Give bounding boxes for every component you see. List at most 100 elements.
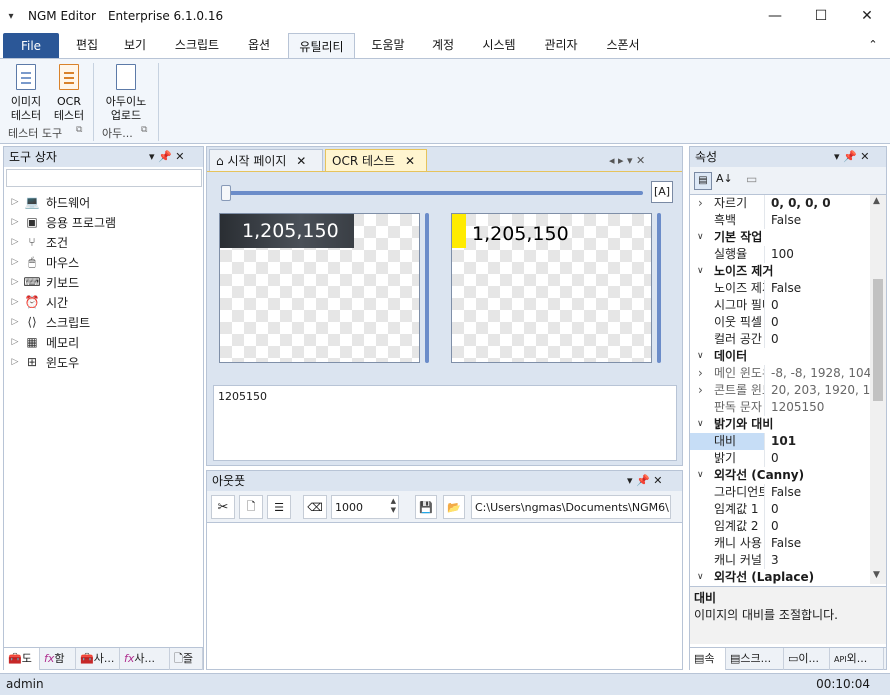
- property-value[interactable]: 0, 0, 0, 0: [764, 195, 870, 212]
- ocr-result-text[interactable]: 1205150: [213, 385, 677, 461]
- tree-item-application[interactable]: ▷ ▣ 응용 프로그램: [4, 212, 203, 232]
- line-count-stepper[interactable]: 1000 ▲ ▼: [331, 495, 399, 519]
- expand-icon[interactable]: ▷: [4, 357, 20, 367]
- property-row[interactable]: 임계값 2 0: [690, 518, 870, 535]
- expand-icon[interactable]: ›: [698, 195, 703, 212]
- scroll-thumb[interactable]: [873, 279, 883, 401]
- source-vertical-slider[interactable]: [425, 213, 429, 363]
- scroll-down-icon[interactable]: ▼: [873, 570, 880, 580]
- output-path-field[interactable]: C:\Users\ngmas\Documents\NGM6\: [471, 495, 671, 519]
- collapse-icon[interactable]: ∨: [697, 416, 704, 433]
- auto-capture-button[interactable]: [A]: [651, 181, 673, 203]
- collapse-ribbon-icon[interactable]: ⌃: [862, 32, 884, 58]
- property-row[interactable]: 노이즈 제거False: [690, 280, 870, 297]
- menu-edit[interactable]: 편집: [66, 32, 108, 58]
- menu-admin[interactable]: 관리자: [534, 32, 588, 58]
- property-value[interactable]: 1205150: [764, 399, 870, 416]
- property-row[interactable]: 실행율 100: [690, 246, 870, 263]
- property-row[interactable]: 흑백 False: [690, 212, 870, 229]
- property-value[interactable]: False: [764, 212, 870, 229]
- menu-script[interactable]: 스크립트: [164, 32, 230, 58]
- group-launcher-icon[interactable]: ⧉: [76, 125, 82, 135]
- tree-item-keyboard[interactable]: ▷ ⌨ 키보드: [4, 272, 203, 292]
- processed-vertical-slider[interactable]: [657, 213, 661, 363]
- property-value[interactable]: 0: [764, 501, 870, 518]
- tab-favorites[interactable]: 🗋즐: [170, 648, 203, 670]
- property-row[interactable]: 그라디언트 False: [690, 484, 870, 501]
- system-menu-icon[interactable]: ▾: [0, 11, 22, 22]
- open-folder-button[interactable]: 📂: [443, 495, 465, 519]
- property-scrollbar[interactable]: ▲ ▼: [870, 195, 886, 584]
- clear-output-button[interactable]: ✂: [211, 495, 235, 519]
- tab-image[interactable]: ▭이...: [784, 648, 830, 670]
- collapse-icon[interactable]: ∨: [697, 569, 704, 584]
- panel-controls[interactable]: ▾ 📌 ✕: [627, 471, 662, 491]
- wrap-lines-button[interactable]: ☰: [267, 495, 291, 519]
- property-value[interactable]: 0: [764, 314, 870, 331]
- panel-controls[interactable]: ▾ 📌 ✕: [149, 147, 184, 167]
- property-row[interactable]: 밝기 0: [690, 450, 870, 467]
- collapse-icon[interactable]: ∨: [697, 229, 704, 246]
- expand-icon[interactable]: ▷: [4, 277, 20, 287]
- menu-file[interactable]: File: [3, 33, 59, 58]
- property-row[interactable]: 판독 문자 1205150: [690, 399, 870, 416]
- property-row[interactable]: 이웃 픽셀 0: [690, 314, 870, 331]
- tree-item-time[interactable]: ▷ ⏰ 시간: [4, 292, 203, 312]
- property-category[interactable]: ∨ 데이터: [690, 348, 870, 365]
- zoom-slider-thumb[interactable]: [221, 185, 231, 201]
- property-row[interactable]: 시그마 필터0: [690, 297, 870, 314]
- tab-functions[interactable]: fx함: [40, 648, 76, 670]
- save-button[interactable]: 💾: [415, 495, 437, 519]
- tree-item-hardware[interactable]: ▷ 💻 하드웨어: [4, 192, 203, 212]
- property-row[interactable]: 대비 101: [690, 433, 870, 450]
- property-row[interactable]: 캐니 사용 False: [690, 535, 870, 552]
- tree-item-condition[interactable]: ▷ ⑂ 조건: [4, 232, 203, 252]
- expand-icon[interactable]: ›: [698, 365, 703, 382]
- tab-close-icon[interactable]: ✕: [405, 154, 415, 168]
- group-launcher-icon[interactable]: ⧉: [141, 125, 147, 135]
- property-category[interactable]: ∨ 밝기와 대비: [690, 416, 870, 433]
- minimize-button[interactable]: —: [752, 0, 798, 32]
- tree-item-window[interactable]: ▷ ⊞ 윈도우: [4, 352, 203, 372]
- image-tester-button[interactable]: 이미지 테스터: [6, 63, 46, 123]
- menu-sponsor[interactable]: 스폰서: [596, 32, 650, 58]
- tree-item-script[interactable]: ▷ ⟨⟩ 스크립트: [4, 312, 203, 332]
- tree-item-mouse[interactable]: ▷ 🖱 마우스: [4, 252, 203, 272]
- menu-utility[interactable]: 유틸리티: [288, 33, 355, 59]
- property-row[interactable]: › 자르기 0, 0, 0, 0: [690, 195, 870, 212]
- property-row[interactable]: 컬러 공간 0: [690, 331, 870, 348]
- menu-options[interactable]: 옵션: [238, 32, 280, 58]
- stepper-arrows-icon[interactable]: ▲ ▼: [391, 497, 396, 515]
- expand-icon[interactable]: ▷: [4, 237, 20, 247]
- open-log-button[interactable]: 🗋: [239, 495, 263, 519]
- menu-account[interactable]: 계정: [422, 32, 464, 58]
- property-value[interactable]: -8, -8, 1928, 1048: [764, 365, 870, 382]
- menu-view[interactable]: 보기: [114, 32, 156, 58]
- property-value[interactable]: False: [764, 535, 870, 552]
- categorized-icon[interactable]: ▤: [694, 172, 712, 190]
- property-value[interactable]: False: [764, 484, 870, 501]
- collapse-icon[interactable]: ∨: [697, 467, 704, 484]
- tree-item-memory[interactable]: ▷ ▦ 메모리: [4, 332, 203, 352]
- collapse-icon[interactable]: ∨: [697, 263, 704, 280]
- property-value[interactable]: 0: [764, 297, 870, 314]
- erase-button[interactable]: ⌫: [303, 495, 327, 519]
- scroll-up-icon[interactable]: ▲: [873, 196, 880, 206]
- tab-ocr-test[interactable]: OCR 테스트 ✕: [325, 149, 427, 171]
- tab-close-icon[interactable]: ✕: [296, 154, 306, 168]
- property-value[interactable]: 3: [764, 552, 870, 569]
- property-row[interactable]: ›메인 윈도우-8, -8, 1928, 1048: [690, 365, 870, 382]
- property-category[interactable]: ∨ 외각선 (Laplace): [690, 569, 870, 584]
- expand-icon[interactable]: ›: [698, 382, 703, 399]
- tab-external[interactable]: API외...: [830, 648, 884, 670]
- menu-help[interactable]: 도움말: [362, 32, 414, 58]
- tab-user-functions[interactable]: fx사...: [120, 648, 170, 670]
- property-value[interactable]: 100: [764, 246, 870, 263]
- property-value[interactable]: 101: [764, 433, 870, 450]
- close-button[interactable]: ✕: [844, 0, 890, 32]
- toolbox-search-input[interactable]: [6, 169, 202, 187]
- document-nav-controls[interactable]: ◂ ▸ ▾ ✕: [609, 151, 645, 171]
- property-category[interactable]: ∨ 기본 작업: [690, 229, 870, 246]
- property-row[interactable]: 임계값 1 0: [690, 501, 870, 518]
- property-value[interactable]: 0: [764, 450, 870, 467]
